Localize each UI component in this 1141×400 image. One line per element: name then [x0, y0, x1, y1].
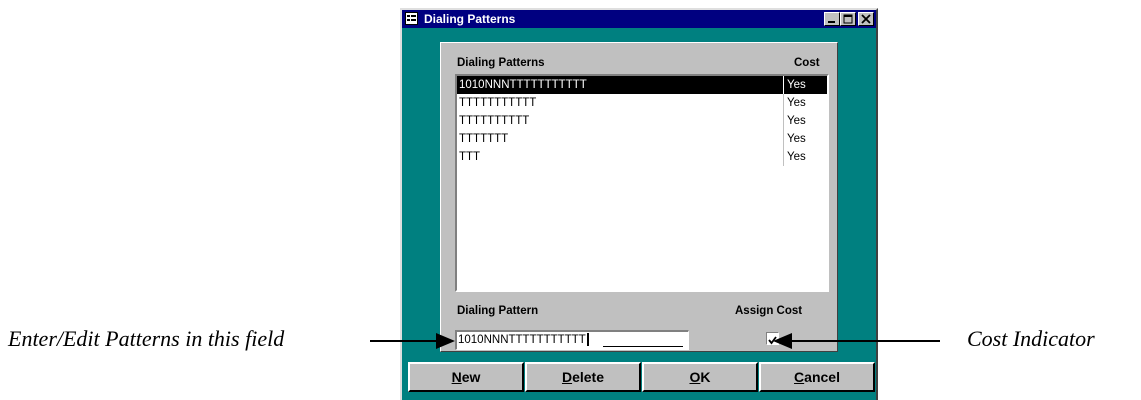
callout-arrows [370, 333, 940, 349]
callout-arrow-left [370, 333, 455, 349]
callout-arrow-right [773, 333, 940, 349]
